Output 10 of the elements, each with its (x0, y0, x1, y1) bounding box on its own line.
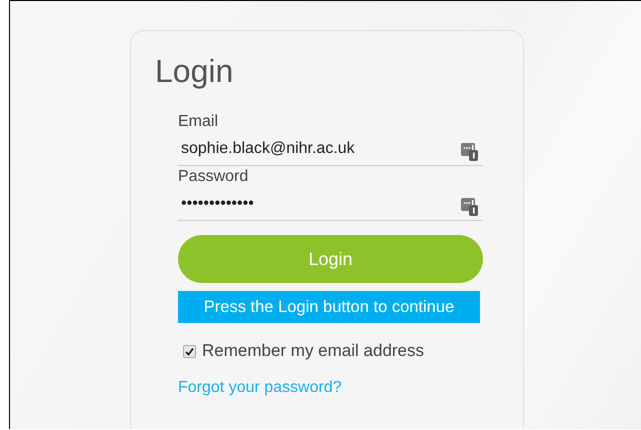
remember-checkbox[interactable] (183, 344, 196, 358)
password-manager-icon[interactable] (461, 198, 478, 216)
checkbox-label[interactable]: Remember my email address (202, 341, 424, 361)
input-field[interactable]: ••••••••••••• (181, 194, 461, 212)
password-manager-icon[interactable] (461, 142, 478, 160)
field-label: Email (178, 112, 220, 132)
card-title: Login (155, 52, 234, 91)
input-field[interactable]: sophie.black@nihr.ac.uk (181, 140, 461, 158)
field-label: Password (178, 167, 250, 187)
notice-banner: Press the Login button to continue (178, 291, 480, 323)
